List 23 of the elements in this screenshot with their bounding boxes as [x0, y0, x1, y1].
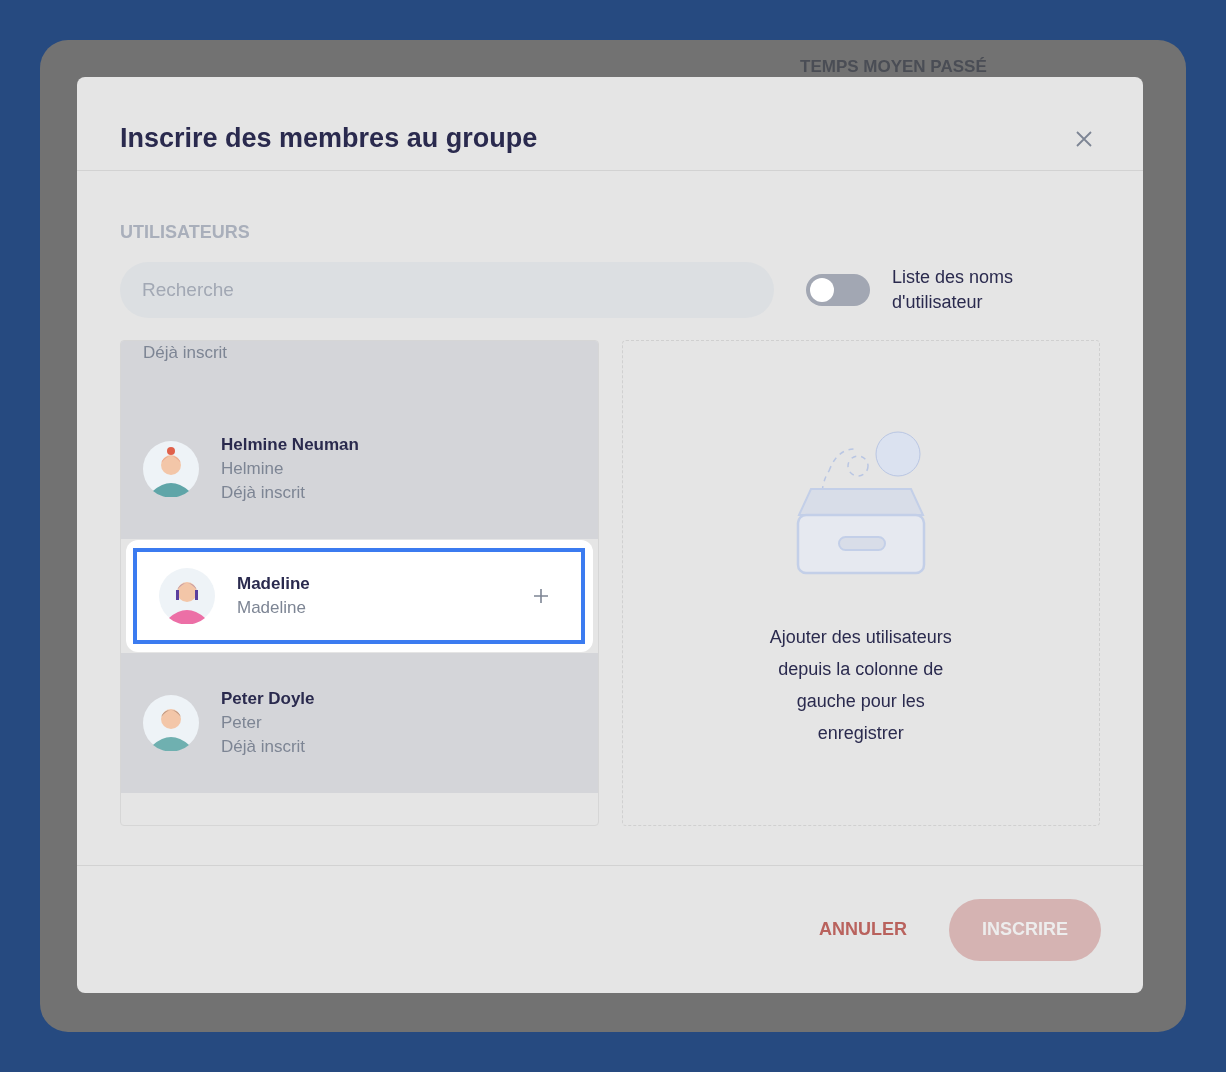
status-text: Déjà inscrit — [221, 482, 307, 504]
avatar-icon — [143, 695, 199, 751]
user-row[interactable]: Peter Doyle Peter Déjà inscrit — [121, 653, 598, 793]
user-name: Helmine Neuman — [221, 434, 360, 456]
user-name: Peter Doyle — [221, 688, 316, 710]
user-name: Madeline — [237, 573, 311, 595]
section-label: UTILISATEURS — [120, 221, 251, 244]
username: Madeline — [237, 597, 307, 619]
close-icon[interactable] — [1076, 130, 1092, 147]
username: Helmine — [221, 458, 285, 480]
dialog-title: Inscrire des membres au groupe — [120, 122, 538, 156]
search-field[interactable]: Recherche — [120, 262, 774, 318]
user-row[interactable]: Madeline Madeline — [126, 540, 593, 652]
avatar-icon — [143, 441, 199, 497]
toggle-label: Liste des noms d'utilisateur — [892, 266, 1015, 314]
avatar-icon — [159, 568, 215, 624]
user-row[interactable]: Helmine Neuman Helmine Déjà inscrit — [121, 399, 598, 539]
plus-icon[interactable] — [532, 588, 549, 604]
status-text: Déjà inscrit — [221, 736, 307, 758]
toggle-switch[interactable] — [806, 274, 870, 306]
empty-message: Ajouter des utilisateurs depuis la colonne de gauche pour les enregistrer — [768, 626, 953, 745]
status-text: Déjà inscrit — [143, 342, 229, 364]
username: Peter — [221, 712, 263, 734]
